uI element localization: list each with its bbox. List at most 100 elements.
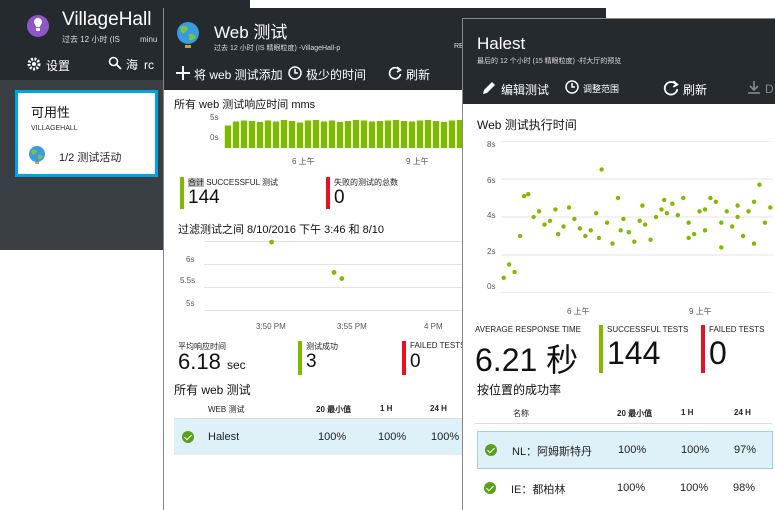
add-webtest-label: 将 web 测试添加 xyxy=(194,68,283,82)
timerange-button[interactable]: 极少的时间 xyxy=(288,66,366,83)
chart-bar xyxy=(312,120,320,148)
chart-bar xyxy=(400,121,408,148)
chart-point xyxy=(501,275,506,280)
successful-tests-value: 3 xyxy=(306,351,317,372)
chart-point xyxy=(531,214,536,220)
failed-metric-value: 0 xyxy=(334,187,345,208)
success-bar xyxy=(599,325,603,373)
chart-point xyxy=(331,270,337,275)
chart-point xyxy=(713,199,719,204)
failed-tests-value: 0 xyxy=(410,351,421,372)
avg-response-value: 6.21 秒 xyxy=(475,342,579,378)
chart-bar xyxy=(384,120,392,148)
row-24h: 97% xyxy=(734,444,757,456)
chart-bar xyxy=(256,122,264,148)
chart-point xyxy=(577,226,583,231)
villagehall-subtitle-tail: minu xyxy=(140,35,158,44)
chart-point xyxy=(618,228,623,233)
col-header-24h[interactable]: 24 H xyxy=(430,404,447,413)
adjust-range-button[interactable]: 调整范围 xyxy=(565,80,619,96)
search-label: 海 xyxy=(126,58,139,72)
total-successful-tests-metric[interactable]: 合计 SUCCESSFUL 测试 144 xyxy=(180,177,310,211)
availability-tile-subtitle: VILLAGEHALL xyxy=(31,125,78,132)
chart-point xyxy=(746,209,751,214)
refresh-button[interactable]: 刷新 xyxy=(388,66,430,83)
avg-response-metric[interactable]: 平均响应时间 6.18 sec xyxy=(178,341,288,377)
col-header-1h[interactable]: 1 H xyxy=(380,404,392,413)
success-metric-value: 144 xyxy=(188,187,220,208)
download-button[interactable]: D xyxy=(747,80,774,97)
chart-point xyxy=(697,209,702,214)
refresh-icon xyxy=(663,80,679,99)
availability-tile[interactable]: 可用性 VILLAGEHALL 1/2 测试活动 xyxy=(15,90,158,177)
table-row[interactable]: IE：都柏林 100% 100% 98% xyxy=(477,471,773,505)
webtest-subtitle: 过去 12 小时 (IS 精眼粒度) -VillageHall-p xyxy=(214,45,341,52)
chart3-ytick: 0s xyxy=(487,282,496,291)
col-header-1h[interactable]: 1 H xyxy=(681,408,693,417)
availability-tile-title: 可用性 xyxy=(31,105,71,120)
chart-point xyxy=(670,201,675,206)
col-header-name[interactable]: 名称 xyxy=(513,408,529,419)
col-header-24h[interactable]: 24 H xyxy=(734,408,751,417)
total-failed-tests-metric[interactable]: 失败的测试的总数 0 xyxy=(326,177,456,211)
chart2-xtick: 4 PM xyxy=(424,322,443,331)
chart-point xyxy=(594,211,599,216)
settings-button[interactable]: 设置 xyxy=(26,56,70,75)
clock-icon xyxy=(565,80,579,96)
chart-bar xyxy=(232,121,240,148)
refresh-button[interactable]: 刷新 xyxy=(663,80,707,99)
chart-bar xyxy=(320,121,328,148)
row-24h: 98% xyxy=(733,482,756,494)
col-header-webtest[interactable]: WEB 测试 xyxy=(208,404,244,415)
search-button[interactable]: 海 rc xyxy=(108,56,154,73)
col-header-20min[interactable]: 20 最小值 xyxy=(617,408,652,419)
clock-icon xyxy=(288,66,302,83)
failed-tests-metric[interactable]: FAILED TESTS 0 xyxy=(402,341,464,377)
chart-point xyxy=(561,224,566,229)
chart-point xyxy=(640,203,645,208)
chart-point xyxy=(751,199,757,204)
chart-point xyxy=(664,211,670,216)
avg-response-metric[interactable]: AVERAGE RESPONSE TIME 6.21 秒 xyxy=(475,325,600,378)
avg-response-number: 6.18 xyxy=(178,349,221,374)
failed-tests-label: FAILED TESTS xyxy=(709,325,765,334)
chart-point xyxy=(681,195,686,201)
row-name: IE：都柏林 xyxy=(511,484,566,496)
chart-point xyxy=(572,216,577,222)
download-icon xyxy=(747,80,761,97)
table-row[interactable]: NL：阿姆斯特丹 100% 100% 97% xyxy=(477,431,773,469)
chart3-ytick: 2s xyxy=(487,247,496,256)
villagehall-title: VillageHall xyxy=(62,9,152,30)
successful-tests-metric[interactable]: 测试成功 3 xyxy=(298,341,398,377)
chart-bar xyxy=(360,120,368,148)
execution-time-chart-title: Web 测试执行时间 xyxy=(477,118,577,132)
row-20min: 100% xyxy=(318,431,347,443)
download-label: D xyxy=(765,81,774,96)
failed-tests-metric[interactable]: FAILED TESTS 0 xyxy=(701,325,775,375)
chart-bar xyxy=(352,120,360,148)
chart2-xtick: 3:55 PM xyxy=(337,322,367,331)
table-row[interactable]: Halest 100% 100% 100% xyxy=(174,419,464,455)
chart-bar xyxy=(424,120,432,148)
chart2-ytick: 6s xyxy=(186,255,195,264)
successful-tests-label: SUCCESSFUL TESTS xyxy=(607,325,689,334)
availability-tile-summary: 1/2 测试活动 xyxy=(27,145,121,168)
chart-point xyxy=(642,222,648,227)
col-header-20min[interactable]: 20 最小值 xyxy=(316,404,351,415)
avg-response-label: AVERAGE RESPONSE TIME xyxy=(475,325,581,334)
chart2-ytick: 5s xyxy=(186,299,195,308)
edit-test-button[interactable]: 编辑测试 xyxy=(481,80,549,99)
lightbulb-icon xyxy=(26,14,50,45)
add-webtest-button[interactable]: 将 web 测试添加 xyxy=(176,66,283,83)
chart-point xyxy=(536,209,542,214)
chart-point xyxy=(599,167,604,172)
table-divider xyxy=(475,423,772,424)
chart-point xyxy=(730,224,735,229)
failed-bar xyxy=(701,325,705,373)
successful-tests-metric[interactable]: SUCCESSFUL TESTS 144 xyxy=(599,325,699,375)
plus-icon xyxy=(176,66,190,83)
chart-point xyxy=(553,207,558,212)
halest-header: Halest 最后的 12 个小时 (15 精眼粒度) -村大厅的预览 xyxy=(463,19,775,71)
success-metric-label-text: SUCCESSFUL 测试 xyxy=(206,178,278,187)
chart-point xyxy=(588,228,593,233)
